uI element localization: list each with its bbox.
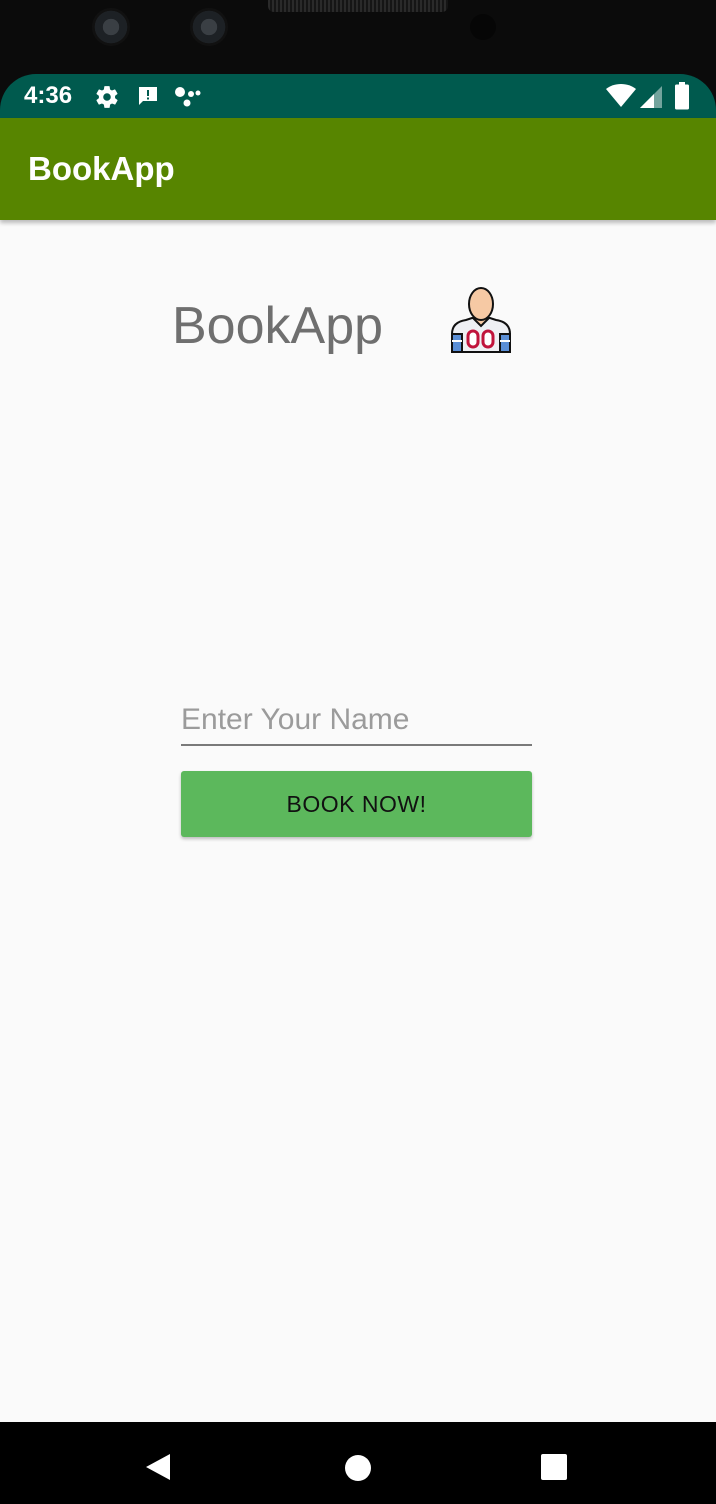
name-input[interactable] bbox=[181, 696, 532, 746]
cell-signal-icon bbox=[640, 86, 662, 113]
front-camera-secondary bbox=[190, 8, 228, 46]
gear-icon bbox=[94, 84, 120, 115]
navigation-bar bbox=[0, 1422, 716, 1504]
home-icon[interactable] bbox=[344, 1454, 372, 1487]
battery-icon bbox=[674, 82, 690, 115]
phone-bezel bbox=[0, 0, 716, 76]
book-now-button[interactable]: BOOK NOW! bbox=[181, 771, 532, 837]
front-camera bbox=[92, 8, 130, 46]
status-time: 4:36 bbox=[24, 82, 73, 109]
app-heading: BookApp bbox=[172, 297, 384, 355]
earpiece-speaker bbox=[268, 0, 448, 12]
recents-icon[interactable] bbox=[540, 1453, 568, 1486]
main-content: BookApp BOOK NOW! bbox=[0, 220, 716, 1422]
player-mascot-icon bbox=[448, 284, 514, 361]
assistant-dots-icon bbox=[174, 86, 202, 113]
proximity-sensor bbox=[470, 14, 496, 40]
back-icon[interactable] bbox=[144, 1452, 172, 1487]
status-bar: 4:36 bbox=[0, 74, 716, 120]
app-bar-title: BookApp bbox=[28, 150, 175, 187]
alert-message-icon bbox=[136, 84, 160, 113]
app-bar: BookApp bbox=[0, 118, 716, 220]
wifi-icon bbox=[606, 84, 636, 113]
